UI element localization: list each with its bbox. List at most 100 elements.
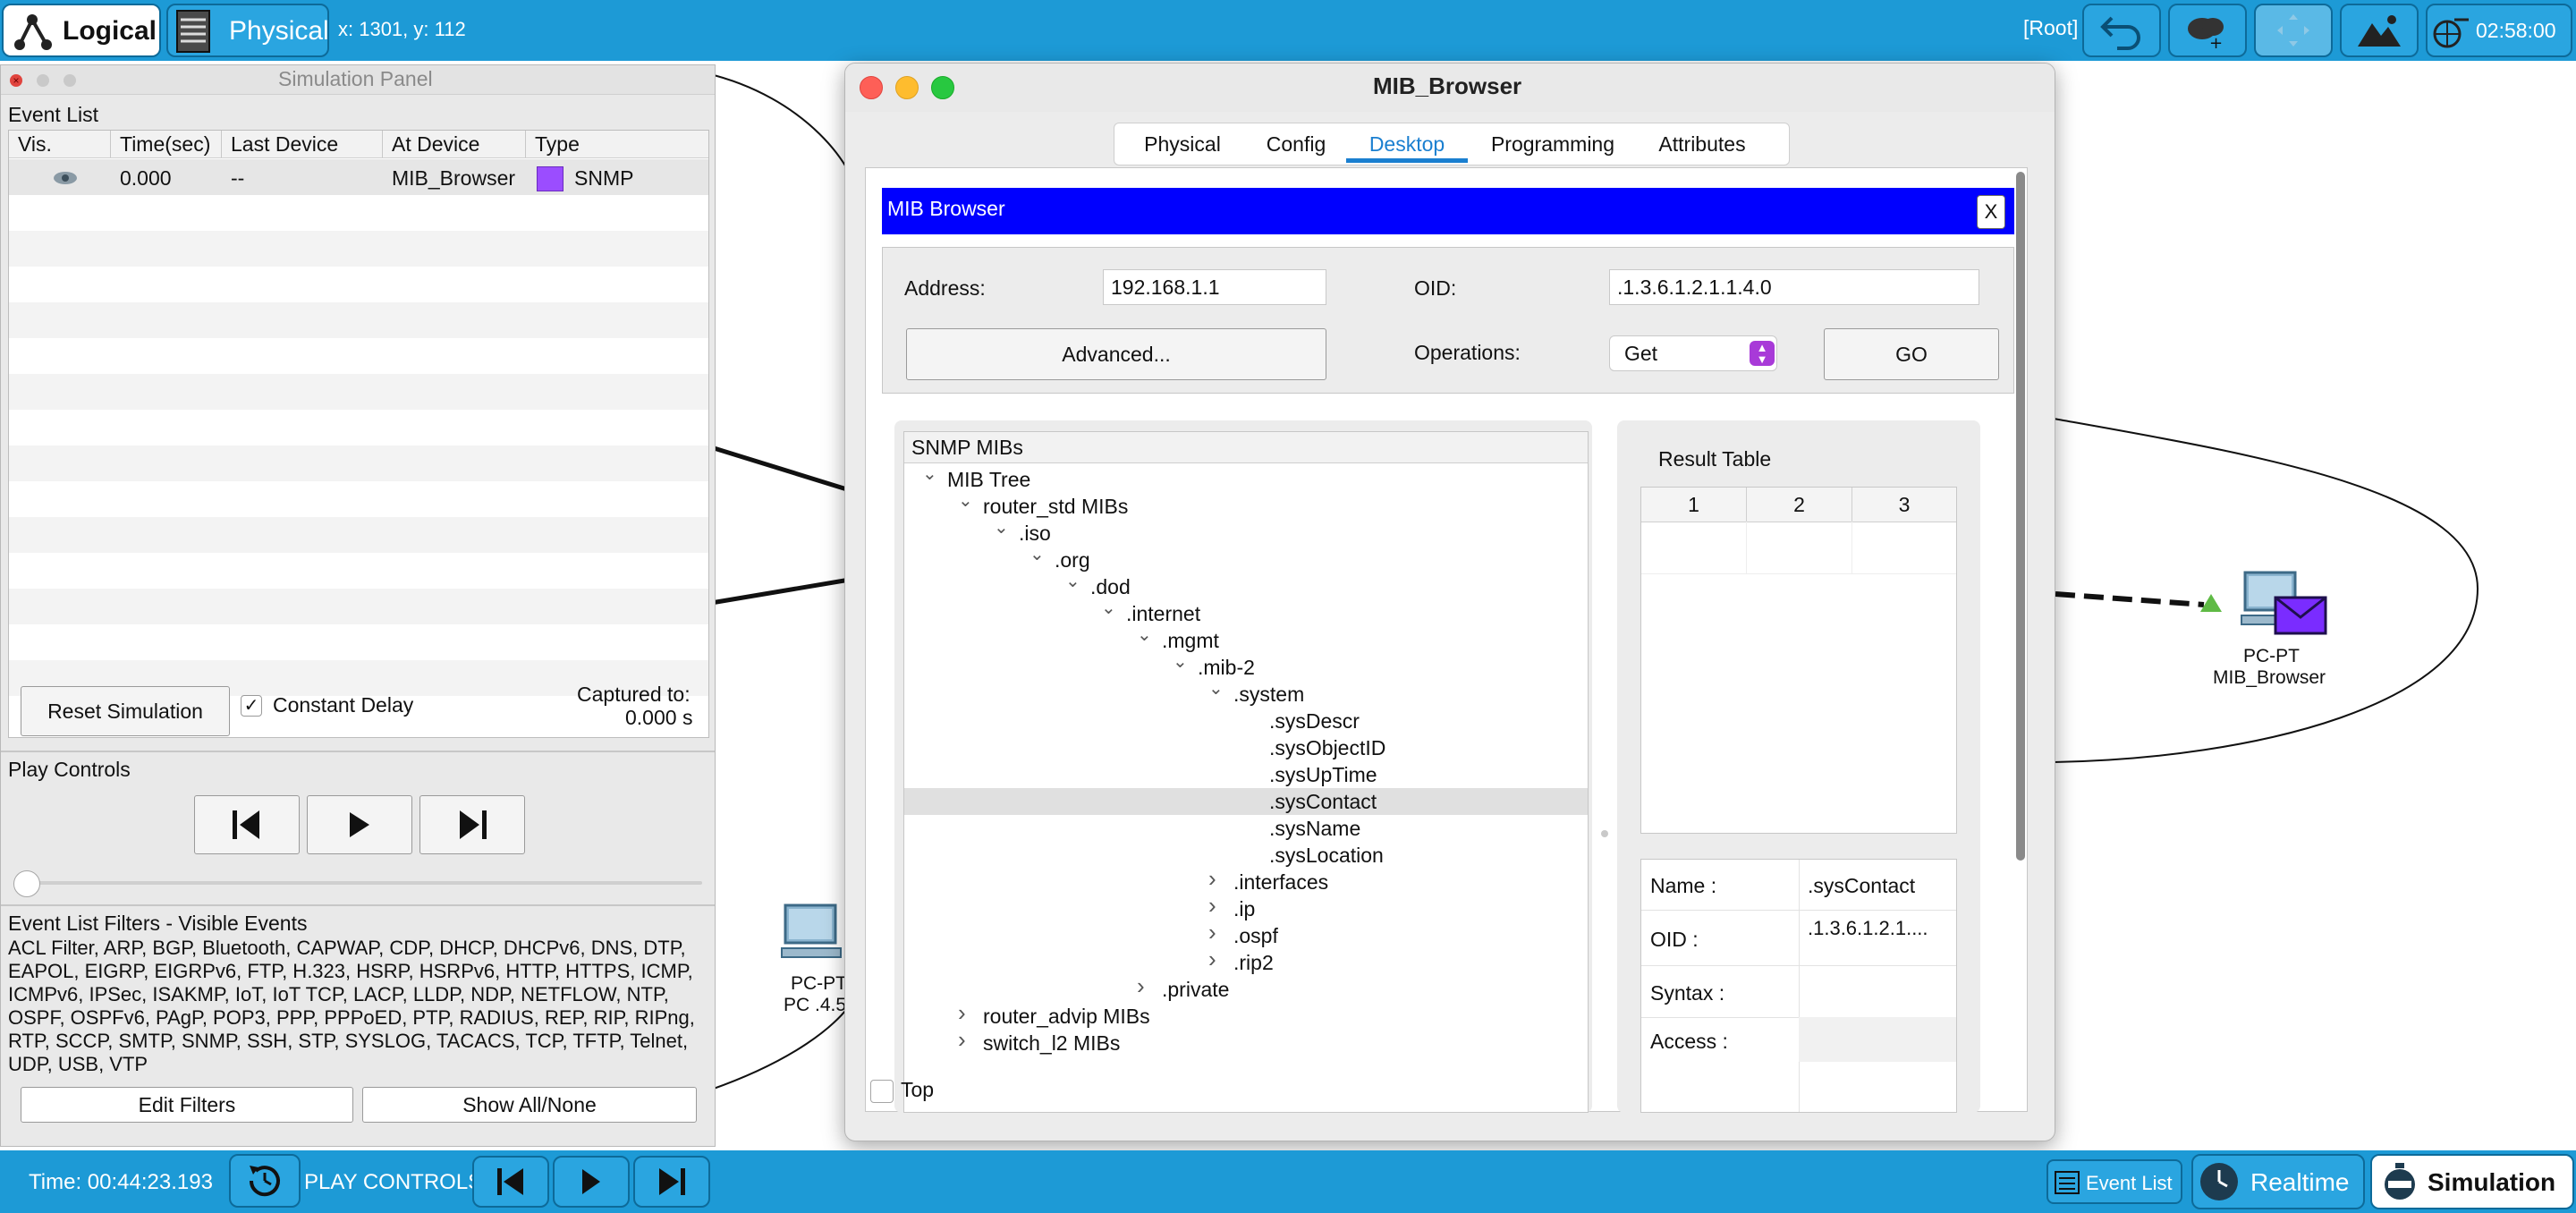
empty-row — [9, 589, 708, 624]
tree-item[interactable]: .private — [1162, 976, 1229, 1003]
result-col-3[interactable]: 3 — [1852, 488, 1956, 522]
chevron-down-icon[interactable]: ⌄ — [1065, 573, 1080, 590]
event-list-toggle-button[interactable]: Event List — [2046, 1159, 2182, 1204]
tree-item[interactable]: .rip2 — [1233, 949, 1274, 976]
address-input[interactable]: 192.168.1.1 — [1103, 269, 1326, 305]
tree-item[interactable]: .ip — [1233, 895, 1255, 922]
chevron-down-icon[interactable]: ⌄ — [1137, 626, 1152, 644]
chevron-right-icon[interactable]: › — [1137, 974, 1149, 997]
result-col-1[interactable]: 1 — [1641, 488, 1747, 522]
operations-select[interactable]: Get ▲ ▼ — [1609, 335, 1777, 371]
maximize-window-button[interactable] — [931, 76, 954, 99]
col-type[interactable]: Type — [526, 131, 708, 157]
time-reset-button[interactable] — [229, 1154, 301, 1208]
step-forward-button[interactable] — [419, 795, 525, 854]
pc-device-mib-browser[interactable]: PC-PT MIB_Browser — [2209, 569, 2334, 694]
tree-item[interactable]: .ospf — [1233, 922, 1278, 949]
speed-slider-knob[interactable] — [13, 870, 40, 897]
tree-item[interactable]: router_advip MIBs — [983, 1003, 1150, 1030]
physical-view-button[interactable]: Physical — [166, 4, 329, 57]
cloud-add-button[interactable]: + — [2168, 4, 2247, 57]
tab-physical[interactable]: Physical — [1126, 126, 1239, 162]
tree-item[interactable]: .system — [1233, 681, 1304, 708]
tree-item[interactable]: .org — [1055, 547, 1090, 573]
tree-box[interactable]: SNMP MIBs ⌄ MIB Tree ⌄ router_std MIBs ⌄ .iso… — [903, 431, 1589, 1113]
tab-attributes[interactable]: Attributes — [1631, 126, 1774, 162]
cursor-coords: x: 1301, y: 112 — [338, 18, 466, 40]
tree-item[interactable]: .mgmt — [1162, 627, 1219, 654]
chevron-down-icon[interactable]: ⌄ — [1208, 680, 1224, 698]
tab-desktop[interactable]: Desktop — [1344, 126, 1470, 162]
tree-item[interactable]: .sysUpTime — [1269, 761, 1377, 788]
speed-slider-track[interactable] — [26, 881, 702, 885]
chevron-down-icon[interactable]: ⌄ — [1030, 546, 1045, 564]
col-vis[interactable]: Vis. — [9, 131, 111, 157]
realtime-mode-button[interactable]: Realtime — [2191, 1154, 2365, 1209]
col-last-device[interactable]: Last Device — [222, 131, 383, 157]
background-button[interactable] — [2340, 4, 2419, 57]
tree-item[interactable]: .sysObjectID — [1269, 734, 1385, 761]
chevron-right-icon[interactable]: › — [1208, 867, 1221, 890]
chevron-down-icon[interactable]: ⌄ — [922, 465, 937, 483]
tree-item[interactable]: .sysName — [1269, 815, 1360, 842]
minimize-window-button[interactable] — [895, 76, 919, 99]
close-dot[interactable]: × — [10, 74, 22, 87]
close-window-button[interactable] — [860, 76, 883, 99]
root-label[interactable]: [Root] — [2023, 16, 2078, 40]
splitter-handle[interactable] — [1601, 830, 1608, 837]
chevron-right-icon[interactable]: › — [1208, 894, 1221, 917]
tree-item[interactable]: .mib-2 — [1198, 654, 1255, 681]
logical-view-button[interactable]: Logical — [2, 4, 161, 57]
bottom-play-button[interactable] — [553, 1156, 630, 1208]
tree-item[interactable]: .iso — [1019, 520, 1051, 547]
edit-filters-button[interactable]: Edit Filters — [21, 1087, 353, 1123]
tree-item[interactable]: switch_l2 MIBs — [983, 1030, 1120, 1056]
chevron-down-icon[interactable]: ⌄ — [994, 519, 1009, 537]
oid-input[interactable]: .1.3.6.1.2.1.1.4.0 — [1609, 269, 1979, 305]
tab-programming[interactable]: Programming — [1482, 126, 1623, 162]
tree-item[interactable]: router_std MIBs — [983, 493, 1128, 520]
tree-item[interactable]: MIB Tree — [947, 466, 1030, 493]
go-button[interactable]: GO — [1824, 328, 1999, 380]
tree-item[interactable]: .sysDescr — [1269, 708, 1360, 734]
chevron-right-icon[interactable]: › — [1208, 947, 1221, 971]
top-checkbox[interactable] — [870, 1080, 894, 1103]
tree-item[interactable]: .sysLocation — [1269, 842, 1384, 869]
back-button[interactable] — [2082, 4, 2161, 57]
chevron-right-icon[interactable]: › — [958, 1001, 970, 1024]
play-controls-label: Play Controls — [8, 758, 131, 781]
minimize-dot[interactable] — [37, 74, 49, 87]
table-row[interactable]: 0.000 -- MIB_Browser SNMP — [9, 159, 708, 195]
result-col-2[interactable]: 2 — [1747, 488, 1852, 522]
clock-time: 02:58:00 — [2476, 18, 2556, 42]
tree-item[interactable]: .sysContact — [1269, 788, 1377, 815]
play-button[interactable] — [307, 795, 412, 854]
chevron-right-icon[interactable]: › — [958, 1028, 970, 1051]
col-at-device[interactable]: At Device — [383, 131, 526, 157]
eye-icon[interactable] — [52, 170, 79, 186]
bottom-step-forward-button[interactable] — [633, 1156, 710, 1208]
tree-item[interactable]: .internet — [1126, 600, 1200, 627]
chevron-right-icon[interactable]: › — [1208, 920, 1221, 944]
reset-simulation-button[interactable]: Reset Simulation — [21, 686, 230, 736]
simulation-mode-button[interactable]: Simulation — [2370, 1154, 2574, 1209]
tree-item[interactable]: .interfaces — [1233, 869, 1328, 895]
step-back-button[interactable] — [194, 795, 300, 854]
show-all-none-button[interactable]: Show All/None — [362, 1087, 697, 1123]
result-table[interactable]: 1 2 3 — [1640, 487, 1957, 834]
move-button[interactable] — [2254, 4, 2333, 57]
tab-config[interactable]: Config — [1242, 126, 1350, 162]
clock-network-button[interactable]: 02:58:00 — [2426, 4, 2572, 57]
chevron-down-icon[interactable]: ⌄ — [1173, 653, 1188, 671]
col-time[interactable]: Time(sec) — [111, 131, 222, 157]
chevron-down-icon[interactable]: ⌄ — [958, 492, 973, 510]
zoom-dot[interactable] — [64, 74, 76, 87]
advanced-button[interactable]: Advanced... — [906, 328, 1326, 380]
tree-item[interactable]: .dod — [1090, 573, 1131, 600]
constant-delay-checkbox[interactable]: ✓ — [241, 695, 262, 717]
empty-row — [9, 302, 708, 338]
app-close-button[interactable]: X — [1977, 195, 2005, 229]
bottom-step-back-button[interactable] — [472, 1156, 549, 1208]
chevron-down-icon[interactable]: ⌄ — [1101, 599, 1116, 617]
content-scrollbar[interactable] — [2016, 172, 2025, 861]
